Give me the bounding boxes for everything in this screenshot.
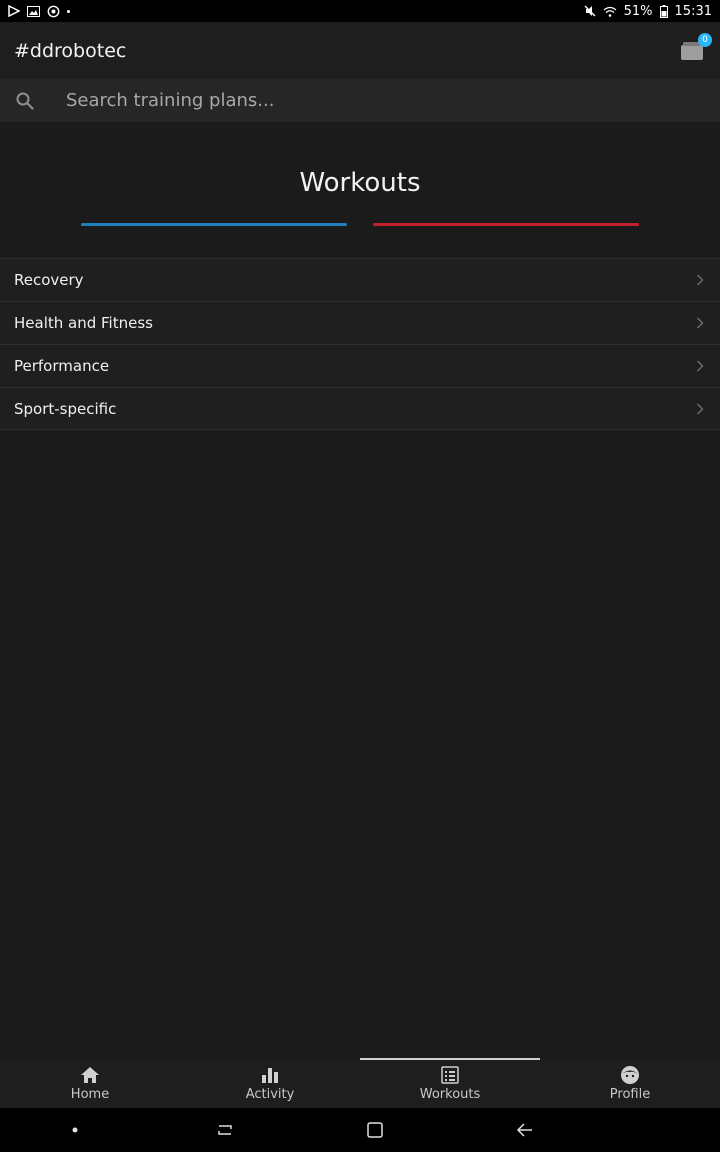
list-icon: [441, 1065, 459, 1085]
chevron-right-icon: [694, 317, 706, 329]
home-icon: [80, 1065, 100, 1085]
sync-notification-icon: [47, 5, 60, 18]
chevron-right-icon: [694, 274, 706, 286]
wifi-icon: [603, 6, 617, 17]
nav-tab-profile[interactable]: Profile: [540, 1058, 720, 1108]
category-item-performance[interactable]: Performance: [0, 344, 720, 387]
search-input[interactable]: [50, 79, 720, 122]
chevron-right-icon: [694, 360, 706, 372]
blue-accent-line: [81, 223, 347, 226]
inbox-button[interactable]: 0: [680, 32, 712, 62]
dot-icon: [72, 1127, 78, 1133]
mute-icon: [584, 5, 596, 17]
category-label: Sport-specific: [14, 399, 117, 418]
play-store-notification-icon: [8, 5, 20, 17]
search-bar: [0, 79, 720, 122]
battery-percent: 51%: [623, 3, 653, 19]
page-title: Workouts: [299, 168, 421, 198]
nav-tab-workouts[interactable]: Workouts: [360, 1058, 540, 1108]
workouts-header: Workouts: [0, 122, 720, 258]
face-icon: [620, 1065, 640, 1085]
workout-category-list: Recovery Health and Fitness Performance …: [0, 258, 720, 430]
back-arrow-icon: [516, 1123, 532, 1137]
system-nav-bar: [0, 1108, 720, 1152]
status-bar: 51% 15:31: [0, 0, 720, 22]
search-icon: [0, 92, 50, 110]
inbox-count-badge: 0: [698, 32, 712, 47]
app-bar: #ddrobotec 0: [0, 22, 720, 79]
category-item-recovery[interactable]: Recovery: [0, 258, 720, 301]
battery-icon: [659, 4, 668, 18]
chevron-right-icon: [694, 403, 706, 415]
nav-tab-label: Profile: [609, 1087, 651, 1102]
nav-tab-home[interactable]: Home: [0, 1058, 180, 1108]
category-item-health-and-fitness[interactable]: Health and Fitness: [0, 301, 720, 344]
nav-tab-label: Workouts: [419, 1087, 481, 1102]
clock: 15:31: [674, 3, 712, 19]
nav-tab-label: Home: [70, 1087, 110, 1102]
nav-tab-activity[interactable]: Activity: [180, 1058, 360, 1108]
category-label: Recovery: [14, 271, 84, 289]
square-icon: [367, 1122, 383, 1138]
bar-chart-icon: [261, 1065, 279, 1085]
app-title: #ddrobotec: [14, 39, 127, 62]
bottom-nav: Home Activity Workouts Profile: [0, 1058, 720, 1108]
home-system-button[interactable]: [355, 1110, 395, 1150]
back-button[interactable]: [505, 1110, 545, 1150]
recent-apps-icon: [218, 1125, 232, 1135]
nav-tab-label: Activity: [245, 1087, 295, 1102]
category-label: Health and Fitness: [14, 314, 153, 332]
assistant-dot-button[interactable]: [55, 1110, 95, 1150]
category-item-sport-specific[interactable]: Sport-specific: [0, 387, 720, 430]
recent-apps-button[interactable]: [205, 1110, 245, 1150]
red-accent-line: [373, 223, 639, 226]
more-notifications-dot: [67, 9, 70, 13]
category-label: Performance: [14, 357, 110, 375]
gallery-notification-icon: [27, 5, 40, 17]
